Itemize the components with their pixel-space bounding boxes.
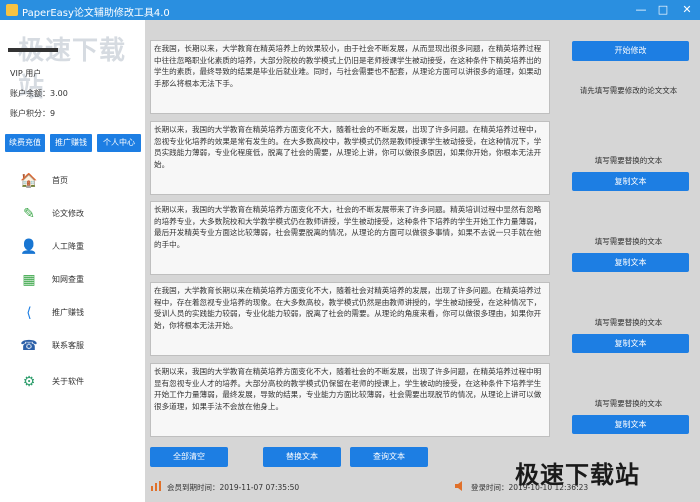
nav-label: 首页 xyxy=(52,176,68,185)
points-label: 账户积分：9 xyxy=(10,109,56,118)
main-panel: 在我国，长期以来，大学教育在精英培养上的效果较小，由于社会不断发展，从而显现出很… xyxy=(145,20,700,502)
nav-label: 联系客服 xyxy=(52,341,84,350)
copy-text-button[interactable]: 复制文本 xyxy=(572,253,689,272)
promo-button[interactable]: 推广赚钱 xyxy=(50,134,92,152)
bar-chart-icon xyxy=(151,481,161,491)
pencil-icon: ✎ xyxy=(23,206,35,222)
nav-item-paper-edit[interactable]: ✎ 论文修改 xyxy=(20,203,140,225)
nav-item-promotion[interactable]: ⟨ 推广赚钱 xyxy=(20,302,140,324)
balance-label: 账户余额：3.00 xyxy=(10,89,68,98)
replace-hint-label: 填写需要替换的文本 xyxy=(594,399,663,408)
text-area-1[interactable]: 在我国，长期以来，大学教育在精英培养上的效果较小，由于社会不断发展，从而显现出很… xyxy=(150,40,550,114)
account-name-redacted xyxy=(8,48,58,52)
replace-hint-label: 填写需要替换的文本 xyxy=(594,237,663,246)
clear-all-button[interactable]: 全部清空 xyxy=(150,447,228,467)
text-area-3[interactable]: 长期以来，我国的大学教育在精英培养方面变化不大，社会的不断发展带来了许多问题。精… xyxy=(150,201,550,275)
member-expiry-text: 会员到期时间：2019-11-07 07:35:50 xyxy=(167,483,300,492)
vip-label: VIP 用户 xyxy=(10,69,42,78)
copy-text-button[interactable]: 复制文本 xyxy=(572,415,689,434)
nav-label: 知网查重 xyxy=(52,275,84,284)
watermark: 极速下载站 xyxy=(515,461,640,489)
nav-label: 人工降重 xyxy=(52,242,84,251)
query-text-button[interactable]: 查询文本 xyxy=(350,447,428,467)
copy-text-button[interactable]: 复制文本 xyxy=(572,172,689,191)
replace-hint-label: 填写需要替换的文本 xyxy=(594,156,663,165)
start-edit-button[interactable]: 开始修改 xyxy=(572,41,689,61)
window-title: PaperEasy论文辅助修改工具4.0 xyxy=(22,8,170,19)
home-icon: 🏠 xyxy=(20,173,38,189)
maximize-button[interactable]: □ xyxy=(652,0,674,20)
nav-item-cnki-check[interactable]: ▦ 知网查重 xyxy=(20,269,140,291)
recharge-button[interactable]: 续费充值 xyxy=(5,134,45,152)
person-icon: 👤 xyxy=(20,239,38,255)
replace-text-button[interactable]: 替换文本 xyxy=(263,447,341,467)
replace-hint-label: 填写需要替换的文本 xyxy=(594,318,663,327)
speaker-icon xyxy=(455,481,462,491)
nav-label: 关于软件 xyxy=(52,377,84,386)
nav-item-home[interactable]: 🏠 首页 xyxy=(20,170,140,192)
close-button[interactable]: ✕ xyxy=(674,0,700,20)
title-bar: PaperEasy论文辅助修改工具4.0 — □ ✕ xyxy=(0,0,700,20)
share-icon: ⟨ xyxy=(26,305,32,321)
hint-label: 请先填写需要修改的论文文本 xyxy=(579,86,678,95)
nav-label: 推广赚钱 xyxy=(52,308,84,317)
text-area-4[interactable]: 在我国，大学教育长期以来在精英培养方面变化不大，随着社会对精英培养的发展，出现了… xyxy=(150,282,550,356)
app-logo-icon xyxy=(6,4,18,16)
copy-text-button[interactable]: 复制文本 xyxy=(572,334,689,353)
sidebar: 极速下载站 VIP 用户 账户余额：3.00 账户积分：9 续费充值 推广赚钱 … xyxy=(0,20,145,502)
nav-item-contact-support[interactable]: ☎ 联系客服 xyxy=(20,335,140,357)
nav-item-manual-rewrite[interactable]: 👤 人工降重 xyxy=(20,236,140,258)
headset-icon: ☎ xyxy=(20,338,38,354)
personal-center-button[interactable]: 个人中心 xyxy=(97,134,141,152)
nav-label: 论文修改 xyxy=(52,209,84,218)
text-area-5[interactable]: 长期以来，我国的大学教育在精英培养方面变化不大，随着社会的不断发展，出现了许多问… xyxy=(150,363,550,437)
nav-item-about[interactable]: ⚙ 关于软件 xyxy=(20,371,140,393)
text-area-2[interactable]: 长期以来，我国的大学教育在精英培养方面变化不大，随着社会的不断发展，出现了许多问… xyxy=(150,121,550,195)
minimize-button[interactable]: — xyxy=(630,0,652,20)
gear-icon: ⚙ xyxy=(22,374,36,390)
table-icon: ▦ xyxy=(22,272,36,288)
